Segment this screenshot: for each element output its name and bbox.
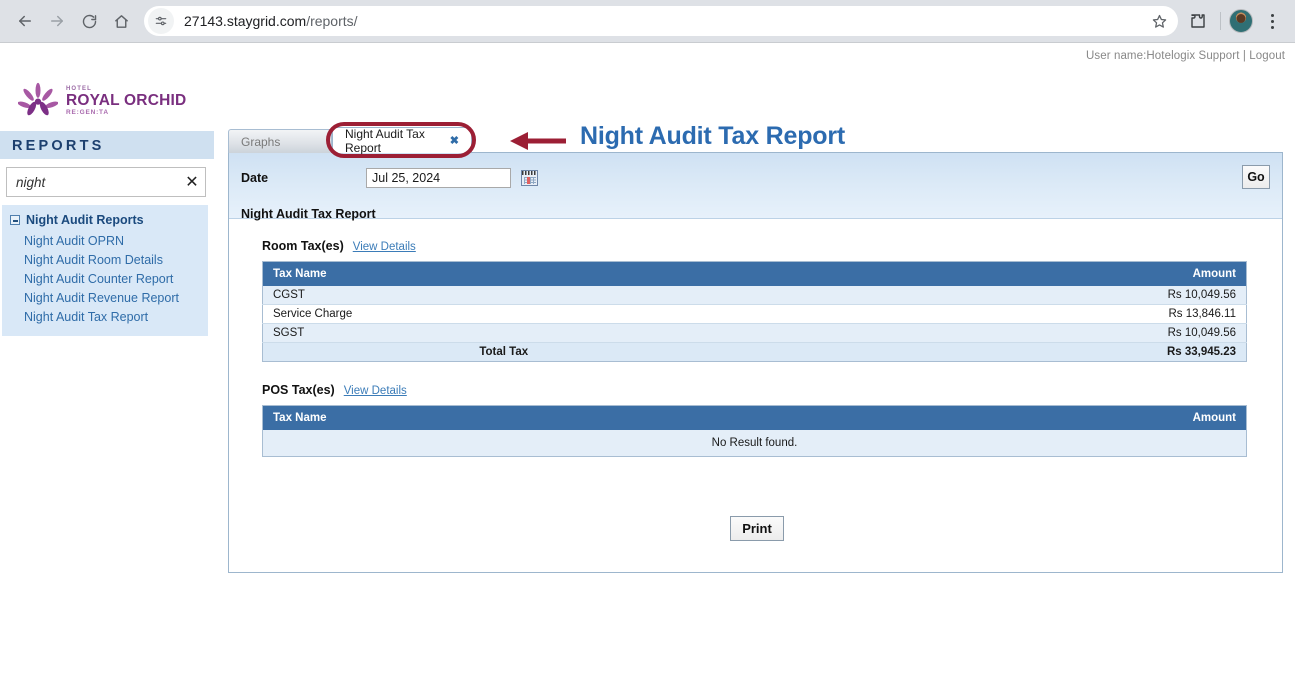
site-settings-icon [155, 16, 167, 26]
reports-tree: Night Audit Reports Night Audit OPRN Nig… [2, 205, 208, 336]
page-content: User name:Hotelogix Support | Logout HOT… [0, 42, 1295, 697]
room-tax-total-row: Total Tax Rs 33,945.23 [262, 342, 1247, 362]
tree-group-night-audit-reports[interactable]: Night Audit Reports [2, 212, 208, 231]
report-filter-bar: Date Night Audit Tax Report Go [229, 153, 1282, 221]
table-header-row: Tax Name Amount [262, 405, 1247, 430]
sidebar-item-night-audit-counter-report[interactable]: Night Audit Counter Report [2, 269, 208, 288]
tab-graphs-label: Graphs [241, 134, 281, 149]
print-button-wrap: Print [262, 516, 1252, 541]
url-path: /reports/ [306, 13, 358, 29]
search-input[interactable] [7, 173, 179, 191]
user-session-bar: User name:Hotelogix Support | Logout [1086, 50, 1285, 62]
sidebar-search-row: ✕ [0, 159, 214, 203]
forward-arrow-icon [51, 15, 63, 27]
extensions-puzzle-icon [1191, 14, 1205, 28]
pos-tax-empty-message: No Result found. [262, 430, 1247, 457]
room-tax-amount: Rs 13,846.11 [754, 304, 1247, 324]
sidebar-item-night-audit-room-details[interactable]: Night Audit Room Details [2, 250, 208, 269]
sidebar-item-night-audit-revenue-report[interactable]: Night Audit Revenue Report [2, 288, 208, 307]
room-tax-col-tax-name: Tax Name [262, 261, 755, 286]
pos-tax-col-tax-name: Tax Name [262, 405, 755, 430]
date-label: Date [241, 171, 269, 185]
table-row: SGST Rs 10,049.56 [262, 323, 1247, 343]
room-tax-amount: Rs 10,049.56 [754, 323, 1247, 343]
profile-avatar[interactable] [1229, 9, 1253, 33]
logo-top-text: HOTEL [66, 85, 92, 92]
sidebar-item-night-audit-oprn[interactable]: Night Audit OPRN [2, 231, 208, 250]
tab-night-audit-tax-report-label: Night Audit Tax Report [345, 126, 425, 155]
tab-graphs[interactable]: Graphs [228, 129, 332, 153]
sidebar: HOTEL ROYAL ORCHID RE:GEN:TA REPORTS ✕ N… [0, 69, 214, 336]
brand-logo: HOTEL ROYAL ORCHID RE:GEN:TA [0, 69, 214, 131]
sidebar-item-night-audit-tax-report[interactable]: Night Audit Tax Report [2, 307, 208, 326]
tab-close-icon[interactable]: ✖ [450, 134, 459, 147]
clear-search-icon[interactable]: ✕ [179, 168, 205, 196]
room-tax-name: Service Charge [262, 304, 755, 324]
orchid-flower-icon [18, 82, 58, 116]
pos-tax-view-details-link[interactable]: View Details [344, 385, 407, 397]
report-body: Room Tax(es) View Details Tax Name Amoun… [229, 219, 1282, 541]
user-separator: | [1242, 50, 1246, 62]
extensions-button[interactable] [1184, 6, 1212, 36]
annotation-left-arrow [510, 132, 566, 150]
forward-button[interactable] [42, 6, 72, 36]
reload-icon [82, 14, 96, 28]
print-button[interactable]: Print [730, 516, 784, 541]
room-tax-table: Tax Name Amount CGST Rs 10,049.56 Servic… [262, 261, 1247, 362]
room-tax-header: Room Tax(es) View Details [262, 239, 1252, 253]
table-header-row: Tax Name Amount [262, 261, 1247, 286]
room-tax-amount: Rs 10,049.56 [754, 286, 1247, 305]
user-name-label: User name:Hotelogix Support [1085, 50, 1240, 62]
tab-night-audit-tax-report[interactable]: Night Audit Tax Report ✖ [332, 126, 472, 155]
date-input[interactable] [366, 168, 511, 188]
main-content: Graphs Night Audit Tax Report ✖ Date Nig… [228, 127, 1283, 573]
tab-strip: Graphs Night Audit Tax Report ✖ [228, 126, 1283, 155]
menu-dot [1270, 13, 1274, 17]
pos-tax-table: Tax Name Amount No Result found. [262, 405, 1247, 457]
pos-tax-col-amount: Amount [754, 405, 1247, 430]
room-tax-label: Room Tax(es) [262, 239, 344, 253]
pos-tax-header: POS Tax(es) View Details [262, 383, 1252, 397]
table-row: CGST Rs 10,049.56 [262, 286, 1247, 305]
pos-tax-empty-row: No Result found. [262, 430, 1247, 457]
pos-tax-label: POS Tax(es) [262, 383, 335, 397]
address-bar[interactable]: 27143.staygrid.com/reports/ [144, 6, 1178, 36]
room-tax-view-details-link[interactable]: View Details [353, 241, 416, 253]
menu-dot [1270, 25, 1274, 29]
reload-button[interactable] [74, 6, 104, 36]
star-icon [1152, 14, 1166, 28]
logo-main-text: ROYAL ORCHID [66, 91, 187, 109]
back-arrow-icon [19, 15, 31, 27]
room-tax-total-label: Total Tax [262, 342, 755, 362]
home-button[interactable] [106, 6, 136, 36]
report-panel: Date Night Audit Tax Report Go Room Tax(… [228, 153, 1283, 573]
logout-link[interactable]: Logout [1249, 50, 1285, 62]
go-button[interactable]: Go [1242, 165, 1270, 189]
url-host: 27143.staygrid.com [184, 13, 307, 29]
back-button[interactable] [10, 6, 40, 36]
bookmark-button[interactable] [1146, 8, 1172, 34]
room-tax-col-amount: Amount [754, 261, 1247, 286]
room-tax-name: CGST [262, 286, 755, 305]
home-icon [114, 14, 128, 28]
pos-tax-block: POS Tax(es) View Details Tax Name Amount [262, 383, 1252, 457]
collapse-minus-icon[interactable] [10, 215, 20, 225]
room-tax-name: SGST [262, 323, 755, 343]
reports-heading: REPORTS [0, 131, 214, 159]
report-subtitle: Night Audit Tax Report [241, 207, 376, 221]
date-filter-row: Date [241, 167, 1282, 189]
calendar-icon[interactable] [521, 170, 538, 186]
toolbar-divider [1220, 12, 1221, 30]
table-row: Service Charge Rs 13,846.11 [262, 304, 1247, 324]
search-box[interactable]: ✕ [6, 167, 206, 197]
browser-toolbar: 27143.staygrid.com/reports/ [0, 0, 1295, 42]
site-info-button[interactable] [148, 8, 174, 34]
chrome-menu-button[interactable] [1259, 6, 1285, 36]
url-text[interactable]: 27143.staygrid.com/reports/ [174, 13, 1146, 29]
tree-group-label: Night Audit Reports [26, 213, 144, 227]
room-tax-total-amount: Rs 33,945.23 [754, 342, 1247, 362]
menu-dot [1270, 19, 1274, 23]
logo-sub-text: RE:GEN:TA [66, 109, 109, 116]
